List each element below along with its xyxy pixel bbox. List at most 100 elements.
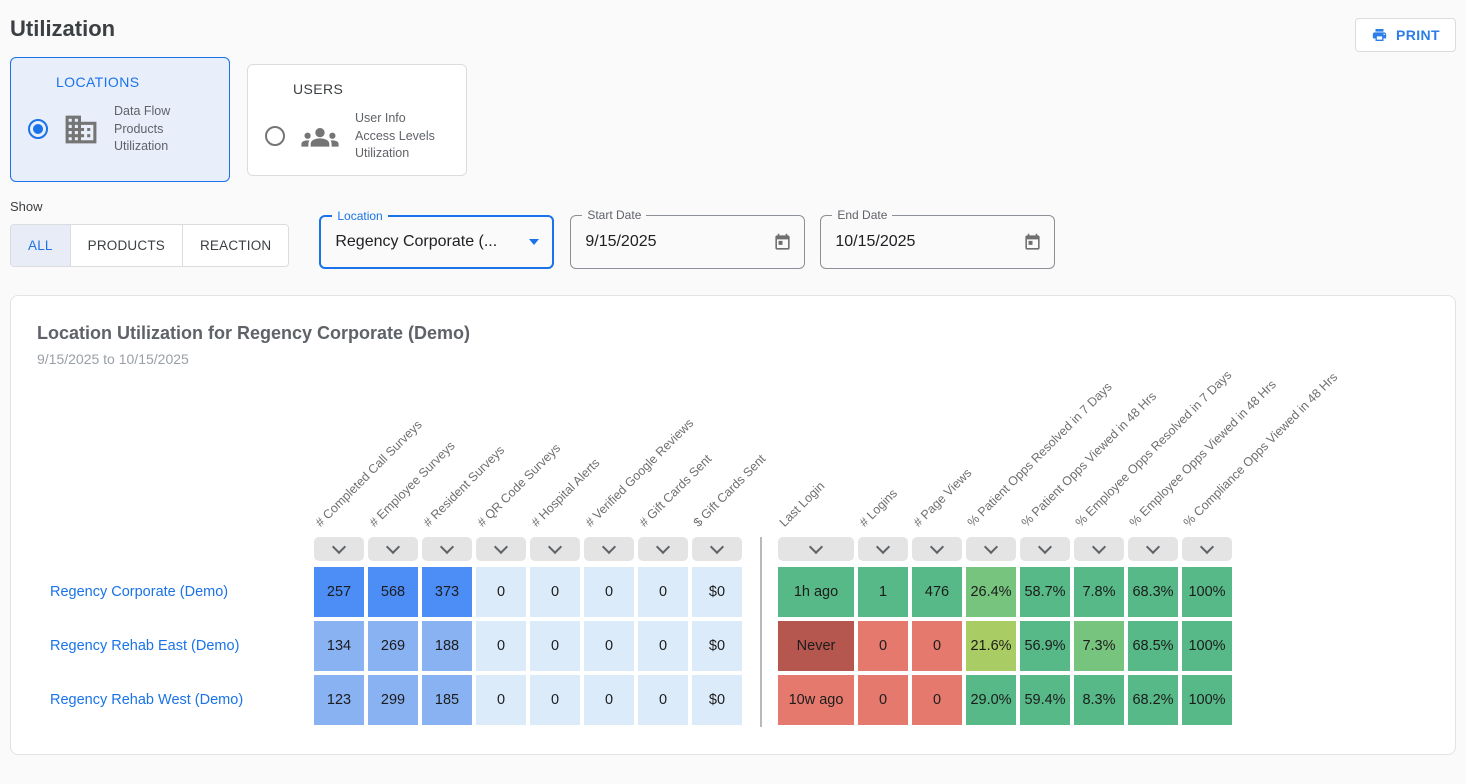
table-cell: 0 xyxy=(530,567,580,617)
table-cell: 68.3% xyxy=(1128,567,1178,617)
sort-button[interactable] xyxy=(314,537,364,561)
table-cell: 185 xyxy=(422,675,472,725)
locations-card-line: Products xyxy=(114,121,170,139)
table-cell: 1 xyxy=(858,567,908,617)
table-cell: 59.4% xyxy=(1020,675,1070,725)
sort-button[interactable] xyxy=(1182,537,1232,561)
locations-card-line: Data Flow xyxy=(114,103,170,121)
table-cell: 0 xyxy=(638,567,688,617)
table-cell: 0 xyxy=(476,675,526,725)
locations-card-line: Utilization xyxy=(114,138,170,156)
sort-button[interactable] xyxy=(530,537,580,561)
tab-reaction[interactable]: REACTION xyxy=(183,225,288,266)
calendar-icon[interactable] xyxy=(1023,233,1042,252)
locations-card[interactable]: LOCATIONS Data Flow Products Utilization xyxy=(10,57,230,182)
sort-button[interactable] xyxy=(368,537,418,561)
table-cell: 21.6% xyxy=(966,621,1016,671)
table-cell: 0 xyxy=(476,621,526,671)
table-cell: 0 xyxy=(530,621,580,671)
chevron-down-icon xyxy=(876,540,890,554)
table-cell: 68.2% xyxy=(1128,675,1178,725)
chevron-down-icon xyxy=(930,540,944,554)
row-label-link[interactable]: Regency Corporate (Demo) xyxy=(50,567,228,617)
table-cell: 10w ago xyxy=(778,675,854,725)
table-cell: 0 xyxy=(476,567,526,617)
table-cell: $0 xyxy=(692,621,742,671)
people-icon xyxy=(298,121,342,152)
printer-icon xyxy=(1371,27,1388,43)
chevron-down-icon xyxy=(1038,540,1052,554)
chevron-down-icon xyxy=(332,540,346,554)
users-radio[interactable] xyxy=(265,126,285,146)
sort-button[interactable] xyxy=(1020,537,1070,561)
utilization-table: # Completed Call Surveys# Employee Surve… xyxy=(37,371,1429,731)
table-cell: 299 xyxy=(368,675,418,725)
location-select-label: Location xyxy=(332,209,387,223)
column-header: # Completed Call Surveys xyxy=(312,417,426,531)
sort-button[interactable] xyxy=(692,537,742,561)
show-tab-group: ALL PRODUCTS REACTION xyxy=(10,224,289,267)
users-card-line: User Info xyxy=(355,110,435,128)
utilization-report-card: Location Utilization for Regency Corpora… xyxy=(10,295,1456,755)
print-label: PRINT xyxy=(1396,27,1440,43)
table-cell: 8.3% xyxy=(1074,675,1124,725)
users-card[interactable]: USERS User Info Access Levels Utilizatio… xyxy=(247,64,467,176)
sort-button[interactable] xyxy=(422,537,472,561)
sort-button[interactable] xyxy=(584,537,634,561)
tab-products[interactable]: PRODUCTS xyxy=(71,225,183,266)
start-date-field[interactable]: Start Date 9/15/2025 xyxy=(570,215,805,269)
top-bar: Utilization PRINT xyxy=(0,0,1466,42)
sort-button[interactable] xyxy=(858,537,908,561)
row-label-link[interactable]: Regency Rehab East (Demo) xyxy=(50,621,239,671)
users-card-line: Utilization xyxy=(355,145,435,163)
table-cell: 123 xyxy=(314,675,364,725)
start-date-value: 9/15/2025 xyxy=(571,233,656,251)
location-select-value: Regency Corporate (... xyxy=(321,233,497,251)
table-group-divider xyxy=(760,537,762,727)
filters-row: ALL PRODUCTS REACTION Location Regency C… xyxy=(10,214,1466,269)
sort-button[interactable] xyxy=(1128,537,1178,561)
table-cell: 7.3% xyxy=(1074,621,1124,671)
print-button[interactable]: PRINT xyxy=(1355,18,1456,52)
locations-card-title: LOCATIONS xyxy=(56,74,229,90)
column-header: # Logins xyxy=(856,486,901,531)
chevron-down-icon xyxy=(548,540,562,554)
table-cell: 568 xyxy=(368,567,418,617)
row-label-link[interactable]: Regency Rehab West (Demo) xyxy=(50,675,243,725)
chevron-down-icon xyxy=(494,540,508,554)
table-cell: 56.9% xyxy=(1020,621,1070,671)
end-date-field[interactable]: End Date 10/15/2025 xyxy=(820,215,1055,269)
locations-radio[interactable] xyxy=(28,119,48,139)
report-title: Location Utilization for Regency Corpora… xyxy=(37,323,1429,344)
table-cell: 0 xyxy=(912,675,962,725)
sort-button[interactable] xyxy=(778,537,854,561)
table-cell: 476 xyxy=(912,567,962,617)
sort-button[interactable] xyxy=(966,537,1016,561)
table-cell: 0 xyxy=(638,675,688,725)
chevron-down-icon xyxy=(440,540,454,554)
users-card-title: USERS xyxy=(293,81,466,97)
chevron-down-icon xyxy=(1200,540,1214,554)
table-cell: 269 xyxy=(368,621,418,671)
dropdown-arrow-icon xyxy=(529,239,539,245)
table-cell: 0 xyxy=(584,567,634,617)
chevron-down-icon xyxy=(984,540,998,554)
table-cell: 257 xyxy=(314,567,364,617)
table-cell: 373 xyxy=(422,567,472,617)
sort-button[interactable] xyxy=(1074,537,1124,561)
tab-all[interactable]: ALL xyxy=(11,225,71,266)
location-select[interactable]: Location Regency Corporate (... xyxy=(319,215,554,269)
sort-button[interactable] xyxy=(638,537,688,561)
table-cell: 1h ago xyxy=(778,567,854,617)
calendar-icon[interactable] xyxy=(773,233,792,252)
chevron-down-icon xyxy=(1146,540,1160,554)
building-icon xyxy=(61,111,101,148)
show-label: Show xyxy=(10,199,1466,214)
table-cell: 0 xyxy=(638,621,688,671)
page-title: Utilization xyxy=(10,16,1456,42)
chevron-down-icon xyxy=(386,540,400,554)
table-cell: 0 xyxy=(858,621,908,671)
sort-button[interactable] xyxy=(476,537,526,561)
sort-button[interactable] xyxy=(912,537,962,561)
start-date-label: Start Date xyxy=(582,208,646,222)
